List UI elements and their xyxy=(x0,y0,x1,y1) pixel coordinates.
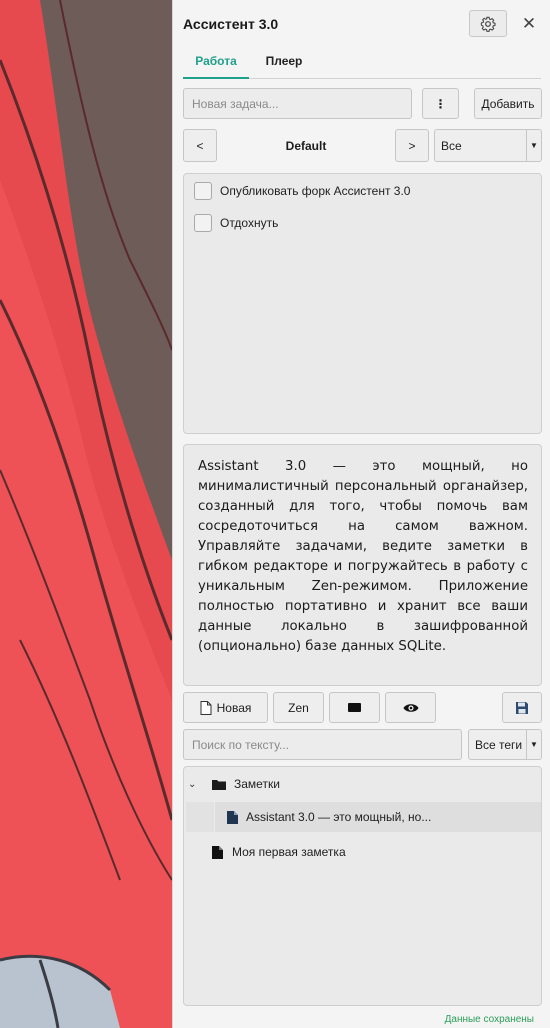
app-title: Ассистент 3.0 xyxy=(183,16,279,32)
floppy-disk-icon xyxy=(516,701,528,714)
tags-filter-select[interactable]: Все теги ▼ xyxy=(468,729,542,760)
add-task-button[interactable]: Добавить xyxy=(474,88,542,119)
tags-filter-value: Все теги xyxy=(475,737,523,752)
task-filter-value: Все xyxy=(441,138,462,153)
save-button[interactable] xyxy=(502,692,542,723)
note-search-placeholder: Поиск по тексту... xyxy=(192,737,289,752)
folder-label: Заметки xyxy=(234,777,280,791)
tree-row-indent xyxy=(186,802,214,832)
task-checkbox[interactable] xyxy=(194,182,212,200)
task-item[interactable]: Отдохнуть xyxy=(194,213,278,233)
task-filter-select[interactable]: Все ▼ xyxy=(434,129,542,162)
task-list: Опубликовать форк Ассистент 3.0 Отдохнут… xyxy=(183,173,542,434)
note-text[interactable]: Assistant 3.0 — это мощный, но минималис… xyxy=(198,457,528,657)
new-note-button[interactable]: Новая xyxy=(183,692,268,723)
note-editor[interactable]: Assistant 3.0 — это мощный, но минималис… xyxy=(183,444,542,686)
tab-player[interactable]: Плеер xyxy=(253,46,315,77)
window-icon xyxy=(348,703,361,712)
notes-tree: ⌄ Заметки Assistant 3.0 — это мощный, но… xyxy=(183,766,542,1006)
note-search-input[interactable]: Поиск по тексту... xyxy=(183,729,462,760)
chevron-down-icon: ▼ xyxy=(526,730,541,759)
chevron-down-icon[interactable]: ⌄ xyxy=(188,779,204,790)
new-note-label: Новая xyxy=(216,700,252,715)
task-label: Отдохнуть xyxy=(220,216,279,230)
task-more-button[interactable]: ⋮ xyxy=(422,88,459,119)
list-name: Default xyxy=(285,138,327,153)
status-message: Данные сохранены xyxy=(444,1014,534,1025)
tree-note-item[interactable]: Assistant 3.0 — это мощный, но... xyxy=(215,802,541,832)
eye-icon xyxy=(403,703,418,712)
assistant-panel: Ассистент 3.0 ✕ Работа Плеер Новая задач… xyxy=(172,0,550,1028)
note-item-label: Моя первая заметка xyxy=(232,845,346,859)
settings-button[interactable] xyxy=(469,10,507,37)
preview-button[interactable] xyxy=(385,692,436,723)
new-task-input[interactable]: Новая задача... xyxy=(183,88,412,119)
task-item[interactable]: Опубликовать форк Ассистент 3.0 xyxy=(194,181,410,201)
note-item-label: Assistant 3.0 — это мощный, но... xyxy=(246,810,432,824)
tree-note-item[interactable]: Моя первая заметка xyxy=(200,837,541,867)
note-file-icon xyxy=(227,810,238,824)
new-task-placeholder: Новая задача... xyxy=(192,96,279,111)
close-button[interactable]: ✕ xyxy=(517,12,541,36)
more-vertical-icon: ⋮ xyxy=(434,96,447,111)
tree-folder-notes[interactable]: ⌄ Заметки xyxy=(184,769,541,799)
close-icon: ✕ xyxy=(521,14,537,33)
background-artwork xyxy=(0,0,172,1028)
next-list-button[interactable]: > xyxy=(395,129,429,162)
chevron-down-icon: ▼ xyxy=(526,130,541,161)
task-label: Опубликовать форк Ассистент 3.0 xyxy=(220,184,411,198)
task-checkbox[interactable] xyxy=(194,214,212,232)
fullscreen-button[interactable] xyxy=(329,692,380,723)
main-tabs: Работа Плеер xyxy=(183,46,541,79)
file-icon xyxy=(200,700,212,715)
prev-list-button[interactable]: < xyxy=(183,129,217,162)
note-file-icon xyxy=(212,845,223,859)
gear-icon xyxy=(480,16,496,32)
tab-work[interactable]: Работа xyxy=(183,46,249,79)
zen-mode-button[interactable]: Zen xyxy=(273,692,324,723)
folder-icon xyxy=(212,779,226,790)
